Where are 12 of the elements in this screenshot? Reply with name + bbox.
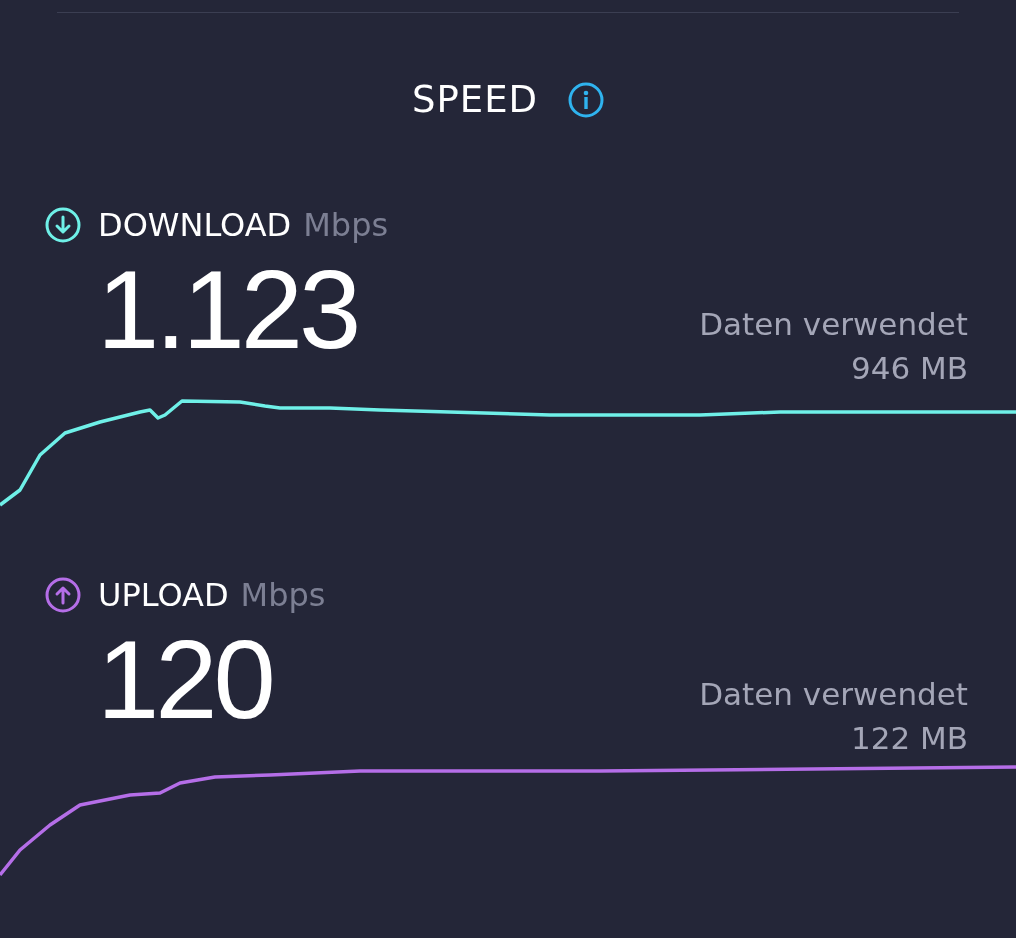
speed-value: 1.123 xyxy=(97,246,358,374)
data-used-amount: 946 MB xyxy=(850,349,968,388)
metric-label: UPLOAD xyxy=(98,575,229,615)
data-used-label: Daten verwendet xyxy=(699,305,968,344)
data-used-label: Daten verwendet xyxy=(699,675,968,714)
metric-label: DOWNLOAD xyxy=(98,205,292,245)
section-title: SPEED xyxy=(411,80,538,120)
speed-value: 120 xyxy=(97,616,272,744)
unit-label: Mbps xyxy=(303,205,389,245)
data-used-amount: 122 MB xyxy=(850,719,968,758)
unit-label: Mbps xyxy=(240,575,326,615)
info-icon[interactable] xyxy=(568,82,604,118)
